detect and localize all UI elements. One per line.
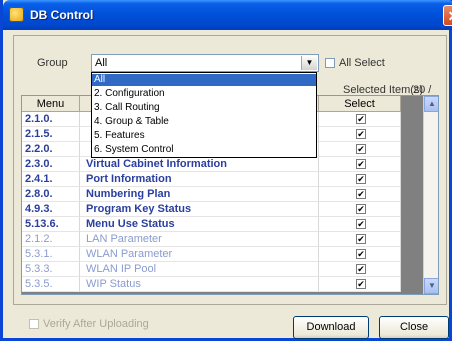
row-select-checkbox[interactable]: ✔ bbox=[356, 114, 366, 124]
row-select-checkbox[interactable]: ✔ bbox=[356, 279, 366, 289]
table-row[interactable]: 5.13.6. Menu Use Status ✔ bbox=[22, 217, 402, 232]
table-row[interactable]: 5.3.1. WLAN Parameter ✔ bbox=[22, 247, 402, 262]
row-select-cell: ✔ bbox=[319, 157, 401, 172]
row-select-checkbox[interactable]: ✔ bbox=[356, 219, 366, 229]
row-select-cell: ✔ bbox=[319, 232, 401, 247]
all-select-label: All Select bbox=[339, 57, 385, 69]
row-menu-code: 5.3.5. bbox=[22, 277, 80, 292]
row-menu-code: 2.1.0. bbox=[22, 112, 80, 127]
dropdown-option[interactable]: All bbox=[92, 74, 316, 86]
row-menu-code: 5.3.1. bbox=[22, 247, 80, 262]
row-select-cell: ✔ bbox=[319, 127, 401, 142]
triangle-down-icon[interactable]: ▼ bbox=[301, 56, 317, 70]
row-menu-name: Numbering Plan bbox=[80, 187, 319, 202]
group-dropdown-list: All 2. Configuration 3. Call Routing 4. Gro… bbox=[91, 72, 317, 158]
row-select-checkbox[interactable]: ✔ bbox=[356, 264, 366, 274]
row-menu-code: 2.8.0. bbox=[22, 187, 80, 202]
table-row[interactable]: 2.1.2. LAN Parameter ✔ bbox=[22, 232, 402, 247]
row-select-cell: ✔ bbox=[319, 172, 401, 187]
table-row[interactable]: 2.8.0. Numbering Plan ✔ bbox=[22, 187, 402, 202]
table-row[interactable]: 5.3.5. WIP Status ✔ bbox=[22, 277, 402, 292]
vertical-scrollbar[interactable]: ▲ ▼ bbox=[423, 96, 438, 294]
dropdown-option[interactable]: 2. Configuration bbox=[92, 88, 316, 100]
column-header-filler bbox=[401, 96, 423, 112]
row-select-checkbox[interactable]: ✔ bbox=[356, 159, 366, 169]
verify-label: Verify After Uploading bbox=[43, 318, 149, 330]
table-row[interactable]: 2.4.1. Port Information ✔ bbox=[22, 172, 402, 187]
chevron-up-icon[interactable]: ▲ bbox=[424, 96, 438, 112]
row-select-checkbox[interactable]: ✔ bbox=[356, 189, 366, 199]
column-header-select[interactable]: Select bbox=[319, 96, 401, 112]
dropdown-option[interactable]: 3. Call Routing bbox=[92, 102, 316, 114]
row-menu-code: 2.1.5. bbox=[22, 127, 80, 142]
row-select-cell: ✔ bbox=[319, 247, 401, 262]
row-menu-name: WLAN Parameter bbox=[80, 247, 319, 262]
window-title: DB Control bbox=[30, 8, 94, 22]
chevron-down-icon[interactable]: ▼ bbox=[424, 278, 438, 294]
table-row[interactable]: 2.3.0. Virtual Cabinet Information ✔ bbox=[22, 157, 402, 172]
row-select-cell: ✔ bbox=[319, 217, 401, 232]
group-combobox[interactable]: All ▼ bbox=[91, 54, 319, 72]
row-menu-name: WLAN IP Pool bbox=[80, 262, 319, 277]
close-button[interactable]: Close bbox=[379, 316, 449, 339]
row-select-checkbox[interactable]: ✔ bbox=[356, 144, 366, 154]
dropdown-option[interactable]: 5. Features bbox=[92, 130, 316, 142]
verify-checkbox[interactable] bbox=[29, 319, 39, 329]
dropdown-option[interactable]: 6. System Control bbox=[92, 144, 316, 156]
row-select-cell: ✔ bbox=[319, 112, 401, 127]
row-select-checkbox[interactable]: ✔ bbox=[356, 234, 366, 244]
row-menu-name: Menu Use Status bbox=[80, 217, 319, 232]
row-select-cell: ✔ bbox=[319, 142, 401, 157]
row-menu-code: 2.4.1. bbox=[22, 172, 80, 187]
row-menu-name: Port Information bbox=[80, 172, 319, 187]
row-menu-code: 5.13.6. bbox=[22, 217, 80, 232]
close-icon[interactable]: ✕ bbox=[443, 5, 452, 26]
row-menu-code: 2.2.0. bbox=[22, 142, 80, 157]
row-menu-name: WIP Status bbox=[80, 277, 319, 292]
row-menu-name: Program Key Status bbox=[80, 202, 319, 217]
app-icon bbox=[9, 7, 24, 22]
row-select-checkbox[interactable]: ✔ bbox=[356, 129, 366, 139]
group-combobox-value: All bbox=[95, 57, 108, 69]
title-bar[interactable]: DB Control ✕ bbox=[3, 0, 452, 30]
group-label: Group bbox=[37, 57, 68, 69]
column-header-menu[interactable]: Menu bbox=[22, 96, 80, 112]
row-select-checkbox[interactable]: ✔ bbox=[356, 174, 366, 184]
row-menu-name: Virtual Cabinet Information bbox=[80, 157, 319, 172]
row-select-cell: ✔ bbox=[319, 277, 401, 292]
db-control-window: DB Control ✕ Group All ▼ All Select Sele… bbox=[0, 0, 452, 341]
row-select-cell: ✔ bbox=[319, 202, 401, 217]
dropdown-option[interactable]: 4. Group & Table bbox=[92, 116, 316, 128]
row-menu-code: 2.1.2. bbox=[22, 232, 80, 247]
all-select-checkbox[interactable] bbox=[325, 58, 335, 68]
table-row[interactable]: 4.9.3. Program Key Status ✔ bbox=[22, 202, 402, 217]
row-menu-code: 4.9.3. bbox=[22, 202, 80, 217]
download-button[interactable]: Download bbox=[293, 316, 369, 339]
table-row[interactable]: 5.3.3. WLAN IP Pool ✔ bbox=[22, 262, 402, 277]
row-select-cell: ✔ bbox=[319, 262, 401, 277]
row-select-checkbox[interactable]: ✔ bbox=[356, 204, 366, 214]
row-select-checkbox[interactable]: ✔ bbox=[356, 249, 366, 259]
row-menu-name: LAN Parameter bbox=[80, 232, 319, 247]
row-menu-code: 2.3.0. bbox=[22, 157, 80, 172]
row-menu-code: 5.3.3. bbox=[22, 262, 80, 277]
row-select-cell: ✔ bbox=[319, 187, 401, 202]
